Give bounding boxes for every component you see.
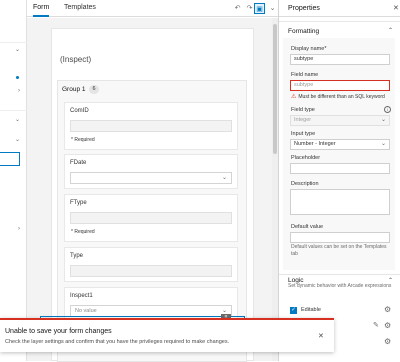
field-label: FType: [70, 200, 87, 206]
group-label: Group 1: [62, 86, 86, 93]
left-panel-divider: [0, 110, 27, 111]
section-logic[interactable]: Logic ⌃ Set dynamic behavior with Arcade…: [279, 274, 400, 324]
gear-icon[interactable]: ⚙: [384, 305, 391, 314]
properties-panel: Properties ✕ Formatting ⌃ Display name* …: [278, 0, 400, 361]
field-name-error: ⚠ Must be different than an SQL keyword: [291, 93, 385, 100]
field-type-label: Field type: [291, 107, 315, 113]
toast-message: Check the layer settings and confirm tha…: [5, 339, 230, 345]
field-select: ⌄: [70, 172, 232, 184]
error-toast: Unable to save your form changes Check t…: [0, 318, 334, 352]
logic-description: Set dynamic behavior with Arcade express…: [288, 283, 392, 289]
field-type-select: Integer ⌄: [290, 115, 390, 126]
description-label: Description: [291, 181, 319, 187]
chevron-down-icon: ⌄: [380, 141, 386, 147]
form-card: (Inspect) Group 1 6 ComID * Required FDa…: [51, 28, 254, 362]
properties-header: Properties ✕: [279, 0, 400, 17]
properties-title: Properties: [288, 5, 320, 12]
select-value: Integer: [294, 117, 312, 123]
left-panel: ⌄ › ⌄ ⌄ ›: [0, 0, 27, 361]
field-input: [70, 212, 232, 224]
description-textarea[interactable]: [290, 189, 390, 215]
chevron-down-icon: ⌄: [221, 175, 227, 181]
tab-templates[interactable]: Templates: [64, 0, 96, 17]
form-field-comid[interactable]: ComID * Required: [64, 102, 238, 150]
display-name-label: Display name*: [291, 46, 327, 52]
toast-title: Unable to save your form changes: [5, 328, 112, 335]
select-value: Number - Integer: [294, 141, 336, 147]
gear-icon[interactable]: ⚙: [384, 337, 391, 346]
placeholder-label: Placeholder: [291, 155, 321, 161]
field-name-input[interactable]: subtype: [290, 80, 390, 91]
form-field-ftype[interactable]: FType * Required: [64, 194, 238, 242]
editable-label: Editable: [301, 307, 321, 313]
placeholder-input[interactable]: [290, 163, 390, 174]
field-label: ComID: [70, 108, 89, 114]
field-input: [70, 120, 232, 132]
default-value-label: Default value: [291, 224, 324, 230]
left-panel-divider: [0, 42, 27, 43]
chevron-down-icon[interactable]: ⌄: [15, 116, 20, 123]
selected-item[interactable]: [0, 152, 20, 166]
chevron-right-icon[interactable]: ›: [18, 226, 20, 232]
field-name-label: Field name: [291, 72, 319, 78]
chevron-down-icon: ⌄: [380, 117, 386, 123]
save-icon[interactable]: ▣: [254, 3, 265, 14]
field-label: Type: [70, 253, 84, 259]
field-label: FDate: [70, 160, 87, 166]
group-count-badge: 6: [89, 85, 99, 94]
editable-checkbox[interactable]: ✓: [290, 307, 297, 314]
edit-icon[interactable]: ✎: [373, 321, 379, 329]
chevron-right-icon[interactable]: ›: [18, 88, 20, 94]
default-value-input[interactable]: [290, 232, 390, 243]
default-value-hint: Default values can be set on the Templat…: [291, 244, 387, 257]
scrollbar-thumb[interactable]: [273, 24, 277, 154]
required-note: * Required: [71, 229, 95, 235]
close-icon[interactable]: ✕: [318, 332, 324, 340]
section-title: Formatting: [288, 28, 320, 35]
form-header: Form Templates ↶ ↷ ▣ ⌄: [27, 0, 278, 17]
input-type-label: Input type: [291, 131, 316, 137]
field-label: Inspect1: [70, 293, 93, 299]
select-value: No value: [75, 308, 97, 314]
chevron-down-icon[interactable]: ⌄: [15, 46, 20, 53]
required-note: * Required: [71, 137, 95, 143]
chevron-down-icon[interactable]: ⌄: [267, 3, 278, 14]
input-value: subtype: [294, 56, 314, 62]
warning-icon: ⚠: [291, 94, 297, 100]
undo-icon[interactable]: ↶: [232, 3, 243, 14]
gear-icon[interactable]: ⚙: [384, 321, 391, 330]
chevron-down-icon[interactable]: ⌄: [15, 136, 20, 143]
tab-form[interactable]: Form: [33, 0, 50, 17]
close-icon[interactable]: ✕: [393, 4, 399, 12]
chevron-up-icon[interactable]: ⌃: [388, 27, 393, 34]
form-field-type[interactable]: Type: [64, 247, 238, 282]
form-field-fdate[interactable]: FDate ⌄: [64, 154, 238, 189]
form-title[interactable]: (Inspect): [60, 55, 91, 64]
field-input: [70, 265, 232, 277]
info-icon[interactable]: i: [384, 106, 391, 113]
input-type-select[interactable]: Number - Integer ⌄: [290, 139, 390, 150]
form-canvas: (Inspect) Group 1 6 ComID * Required FDa…: [27, 18, 278, 362]
display-name-input[interactable]: subtype: [290, 54, 390, 65]
error-text: Must be different than an SQL keyword: [298, 94, 385, 100]
input-value: subtype: [294, 82, 314, 88]
section-formatting[interactable]: Formatting ⌃: [279, 21, 400, 35]
status-dot: [16, 76, 19, 79]
